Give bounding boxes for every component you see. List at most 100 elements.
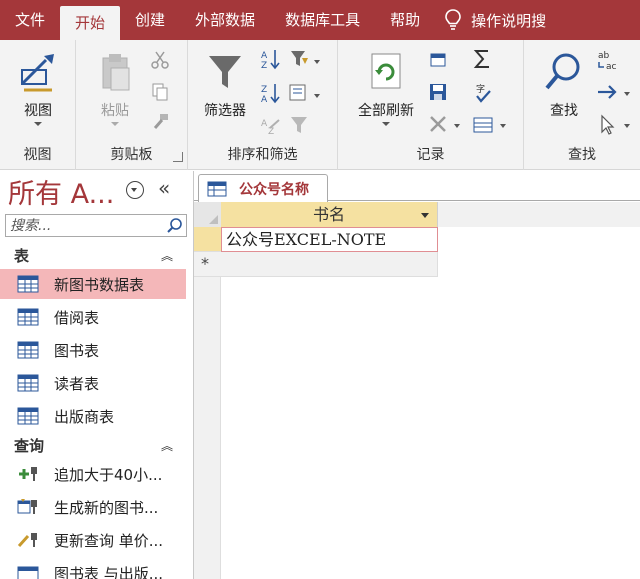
- update-query-icon: [17, 533, 37, 548]
- column-header-label: 书名: [312, 205, 345, 224]
- record-selector-new[interactable]: *: [194, 252, 221, 277]
- table-icon: [17, 374, 39, 392]
- svg-text:字: 字: [476, 83, 485, 95]
- delete-icon[interactable]: [428, 114, 448, 134]
- nav-item-label: 图书表: [54, 341, 100, 360]
- table-cell[interactable]: 公众号EXCEL-NOTE: [221, 227, 438, 252]
- brush-icon[interactable]: [150, 112, 170, 132]
- view-button[interactable]: 视图: [8, 50, 68, 126]
- tab-database-tools[interactable]: 数据库工具: [270, 0, 375, 40]
- record-selector[interactable]: [194, 227, 221, 252]
- dialog-launcher-icon[interactable]: [173, 152, 183, 162]
- spelling-icon[interactable]: 字: [472, 82, 494, 104]
- cursor-icon[interactable]: [598, 114, 618, 136]
- nav-item-query[interactable]: 生成新的图书...: [0, 492, 186, 522]
- paste-icon: [102, 54, 130, 91]
- tab-file[interactable]: 文件: [0, 0, 60, 40]
- chevron-down-icon[interactable]: [624, 92, 630, 96]
- svg-text:A: A: [261, 119, 268, 129]
- nav-options-icon[interactable]: [126, 181, 144, 199]
- navigation-pane: 所有 A... « 表 ︽ 新图书数据表 借阅表: [0, 171, 194, 579]
- group-label-find: 查找: [568, 147, 596, 163]
- document-tab-strip: 公众号名称: [194, 171, 640, 202]
- chevron-down-icon[interactable]: [314, 94, 320, 98]
- nav-item-label: 新图书数据表: [54, 275, 145, 294]
- nav-item-table[interactable]: 读者表: [0, 368, 186, 398]
- advanced-filter-icon[interactable]: [288, 82, 310, 104]
- nav-item-query[interactable]: 追加大于40小...: [0, 459, 186, 489]
- group-view: 视图 视图: [0, 40, 76, 170]
- tell-me-box[interactable]: 操作说明搜: [435, 9, 546, 31]
- tab-help[interactable]: 帮助: [375, 0, 435, 40]
- chevron-down-icon[interactable]: [454, 124, 460, 128]
- nav-header: 所有 A... «: [0, 171, 193, 211]
- document-tab[interactable]: 公众号名称: [198, 174, 328, 202]
- nav-item-label: 图书表 与出版...: [54, 564, 164, 579]
- nav-item-table[interactable]: 出版商表: [0, 401, 186, 431]
- sort-descending-icon[interactable]: Z A: [260, 82, 282, 104]
- section-title-queries: 查询: [14, 437, 45, 455]
- nav-item-table[interactable]: 图书表: [0, 335, 186, 365]
- sigma-icon[interactable]: [472, 48, 494, 70]
- chevron-down-icon: [34, 122, 42, 126]
- append-query-icon: [19, 467, 37, 481]
- section-header-tables[interactable]: 表 ︽: [0, 245, 193, 267]
- paste-button[interactable]: 粘贴: [86, 50, 144, 126]
- refresh-icon: [371, 53, 401, 89]
- add-column-area[interactable]: [438, 202, 640, 227]
- replace-icon[interactable]: ab ac: [596, 48, 620, 72]
- search-icon[interactable]: [166, 217, 183, 234]
- nav-search-box: [5, 214, 187, 237]
- collapse-section-icon[interactable]: ︽: [161, 437, 173, 454]
- nav-item-query[interactable]: 更新查询 单价...: [0, 525, 186, 555]
- refresh-all-label: 全部刷新: [358, 103, 414, 119]
- new-record-icon[interactable]: [428, 50, 448, 70]
- sort-ascending-icon[interactable]: A Z: [260, 48, 282, 70]
- nav-item-table[interactable]: 新图书数据表: [0, 269, 186, 299]
- nav-item-label: 借阅表: [54, 308, 100, 327]
- select-query-icon: [17, 566, 39, 579]
- clear-sort-icon[interactable]: A Z: [260, 114, 282, 136]
- group-label-sort-filter: 排序和筛选: [227, 147, 298, 163]
- design-view-icon: [20, 54, 54, 92]
- filter-button[interactable]: 筛选器: [194, 50, 256, 120]
- chevron-down-icon[interactable]: [624, 124, 630, 128]
- chevron-down-icon[interactable]: [421, 213, 429, 218]
- chevron-down-icon[interactable]: [314, 60, 320, 64]
- copy-icon[interactable]: [150, 82, 170, 102]
- tab-external-data[interactable]: 外部数据: [180, 0, 270, 40]
- collapse-section-icon[interactable]: ︽: [161, 247, 173, 264]
- save-icon[interactable]: [428, 82, 448, 102]
- header-row: 书名: [194, 202, 640, 227]
- ribbon: 视图 视图 粘贴 剪贴板 筛选器 A Z Z A A Z 排序和筛选 全部刷新 …: [0, 40, 640, 170]
- tab-create[interactable]: 创建: [120, 0, 180, 40]
- chevron-down-icon: [382, 122, 390, 126]
- arrow-right-icon[interactable]: [596, 82, 620, 102]
- section-header-queries[interactable]: 查询 ︽: [0, 435, 193, 457]
- nav-item-query[interactable]: 图书表 与出版...: [0, 558, 186, 579]
- scissors-icon[interactable]: [150, 50, 170, 70]
- table-icon: [207, 181, 227, 196]
- chevron-down-icon[interactable]: [500, 124, 506, 128]
- nav-item-table[interactable]: 借阅表: [0, 302, 186, 332]
- nav-title[interactable]: 所有 A...: [8, 172, 114, 211]
- find-button[interactable]: 查找: [536, 50, 592, 120]
- magnifier-icon: [545, 53, 580, 90]
- refresh-all-button[interactable]: 全部刷新: [346, 50, 426, 126]
- select-all-corner[interactable]: [194, 202, 221, 227]
- ribbon-tab-bar: 文件 开始 创建 外部数据 数据库工具 帮助 操作说明搜: [0, 0, 640, 40]
- group-label-clipboard: 剪贴板: [110, 147, 153, 163]
- new-record-row[interactable]: [221, 252, 438, 277]
- table-icon: [17, 308, 39, 326]
- tab-home[interactable]: 开始: [60, 6, 121, 40]
- group-label-records: 记录: [416, 147, 445, 163]
- toggle-filter-icon[interactable]: [288, 114, 310, 136]
- svg-text:ac: ac: [606, 62, 617, 72]
- datasheet-grid: 书名 公众号EXCEL-NOTE *: [194, 202, 640, 579]
- nav-item-label: 更新查询 单价...: [54, 531, 164, 550]
- nav-search-input[interactable]: [6, 215, 156, 236]
- column-header[interactable]: 书名: [221, 202, 438, 227]
- collapse-pane-icon[interactable]: «: [158, 176, 170, 200]
- selection-filter-icon[interactable]: [288, 48, 310, 70]
- more-records-icon[interactable]: [472, 114, 494, 136]
